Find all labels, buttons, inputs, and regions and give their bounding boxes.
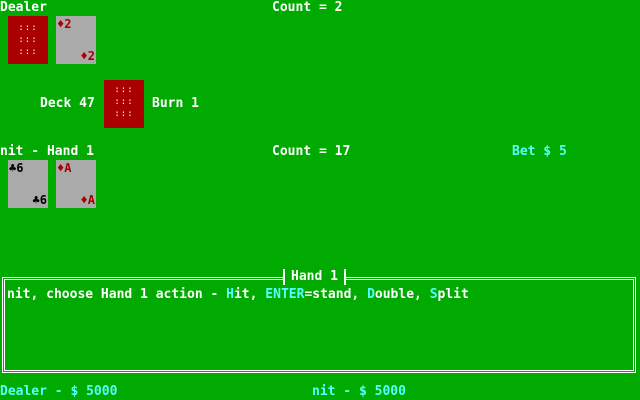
action-stand[interactable]: ENTER=stand [265,287,351,302]
action-hit[interactable]: Hit [226,287,249,302]
action-double[interactable]: Double [367,287,414,302]
card-back-pattern: ::: ::: ::: [18,23,38,57]
player-count: Count = 17 [272,144,351,159]
action-label: =stand [304,287,352,302]
dealer-count: Count = 2 [272,0,343,15]
card-back-pattern: ::: ::: ::: [114,85,134,119]
action-label: plit [437,287,469,302]
hotkey: D [367,287,375,302]
prompt-text: nit, choose Hand 1 action - [7,287,227,302]
action-split[interactable]: Split [430,287,469,302]
card-rank-bottom: ♣6 [32,193,47,207]
dealer-bankroll: Dealer - $ 5000 [0,384,118,399]
deck-pile: ::: ::: ::: [104,80,144,128]
bet-amount: Bet $ 5 [512,144,567,159]
player-hand-label: nit - Hand 1 [0,144,94,159]
burn-count-label: Burn 1 [152,96,199,111]
hotkey: S [429,287,438,302]
hotkey: ENTER [265,287,305,302]
deck-count-label: Deck 47 [40,96,95,111]
card-rank-bottom: ♦A [80,193,95,207]
separator: , [249,287,266,302]
card-rank-top: ♣6 [9,161,24,175]
hotkey: H [226,287,234,302]
dealer-card-facedown: ::: ::: ::: [8,16,48,64]
player-bankroll: nit - $ 5000 [312,384,406,399]
card-rank-top: ♦2 [57,17,72,31]
blackjack-table: Dealer Count = 2 ::: ::: ::: ♦2 ♦2 Deck … [0,0,640,400]
dialog-title: Hand 1 [283,269,346,285]
card-rank-bottom: ♦2 [80,49,95,63]
action-label: ouble [374,287,415,302]
player-card-2: ♦A ♦A [56,160,96,208]
dealer-label: Dealer [0,0,47,15]
dealer-card-1: ♦2 ♦2 [56,16,96,64]
action-label: it [233,287,250,302]
action-prompt: nit, choose Hand 1 action - Hit, ENTER=s… [7,287,469,303]
player-card-1: ♣6 ♣6 [8,160,48,208]
separator: , [351,287,368,302]
card-rank-top: ♦A [57,161,72,175]
separator: , [414,287,430,302]
